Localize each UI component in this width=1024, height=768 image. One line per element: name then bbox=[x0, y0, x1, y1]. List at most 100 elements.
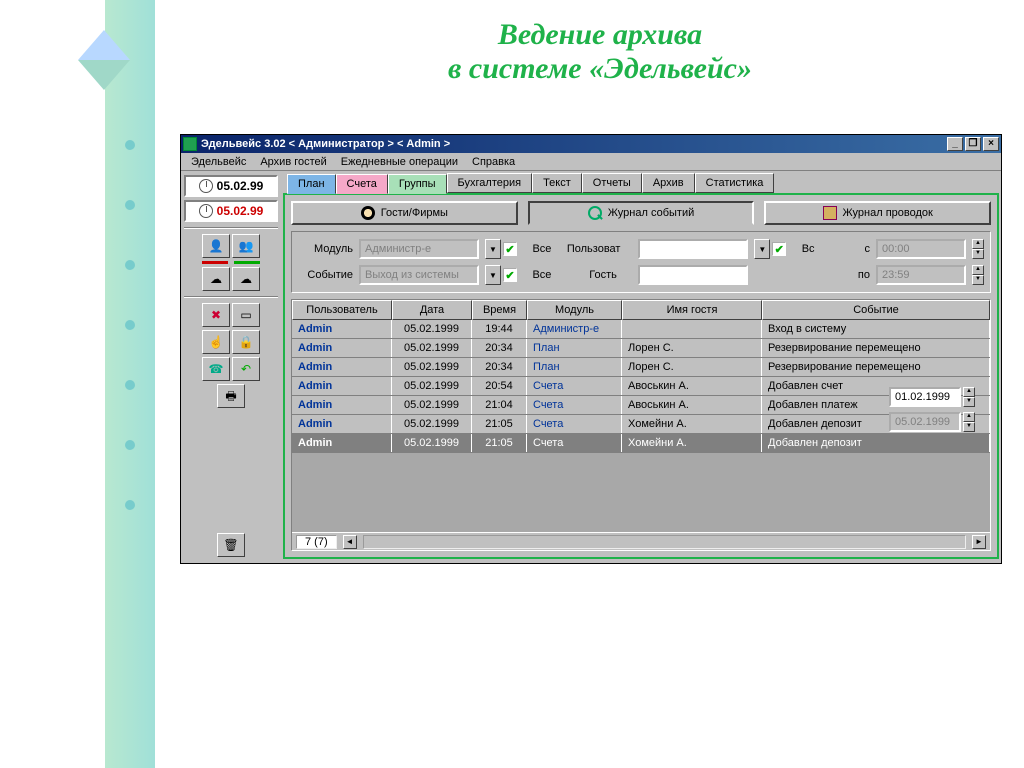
table-row[interactable]: Admin05.02.199920:34ПланЛорен С.Резервир… bbox=[292, 358, 990, 377]
cell-event: Вход в систему bbox=[762, 320, 990, 338]
cell-module: Счета bbox=[527, 396, 622, 414]
cell-time: 20:34 bbox=[472, 339, 527, 357]
menu-guest-archive[interactable]: Архив гостей bbox=[254, 155, 332, 168]
minimize-button[interactable]: _ bbox=[947, 137, 963, 151]
user-combo-button[interactable]: ▼ bbox=[754, 239, 770, 259]
app-window: Эдельвейс 3.02 < Администратор > < Admin… bbox=[180, 134, 1002, 564]
user-label: Пользоват bbox=[567, 243, 617, 255]
guest-input[interactable] bbox=[638, 265, 748, 285]
restore-button[interactable]: ❐ bbox=[965, 137, 981, 151]
decorative-dots bbox=[115, 140, 145, 560]
toolbar-btn-trash[interactable]: 🗑 bbox=[217, 533, 245, 557]
scroll-right-button[interactable]: ► bbox=[972, 535, 986, 549]
col-guest[interactable]: Имя гостя bbox=[622, 300, 762, 320]
cell-guest: Хомейни А. bbox=[622, 434, 762, 452]
person-icon: 👤 bbox=[209, 240, 224, 252]
module-combo[interactable]: Администр-е bbox=[359, 239, 479, 259]
col-user[interactable]: Пользователь bbox=[292, 300, 392, 320]
table-row[interactable]: Admin05.02.199919:44Администр-еВход в си… bbox=[292, 320, 990, 339]
subtab-postings[interactable]: Журнал проводок bbox=[764, 201, 991, 225]
cell-date: 05.02.1999 bbox=[392, 339, 472, 357]
col-time[interactable]: Время bbox=[472, 300, 527, 320]
archive-frame: Гости/Фирмы Журнал событий Журнал провод… bbox=[283, 193, 999, 559]
menu-help[interactable]: Справка bbox=[466, 155, 521, 168]
module-all-check[interactable]: ✔ bbox=[503, 242, 517, 256]
scroll-left-button[interactable]: ◄ bbox=[343, 535, 357, 549]
toolbar-btn-lock[interactable]: 🔒 bbox=[232, 330, 260, 354]
event-label: Событие bbox=[298, 269, 353, 281]
toolbar-btn-print[interactable]: 🖶 bbox=[217, 384, 245, 408]
table-row[interactable]: Admin05.02.199920:34ПланЛорен С.Резервир… bbox=[292, 339, 990, 358]
cell-time: 20:54 bbox=[472, 377, 527, 395]
phone-icon: ☎ bbox=[209, 363, 224, 375]
to-time[interactable]: 23:59 bbox=[876, 265, 966, 285]
cell-date: 05.02.1999 bbox=[392, 415, 472, 433]
subtab-guests[interactable]: Гости/Фирмы bbox=[291, 201, 518, 225]
toolbar-btn-prop[interactable]: ▭ bbox=[232, 303, 260, 327]
table-row[interactable]: Admin05.02.199920:54СчетаАвоськин А.Доба… bbox=[292, 377, 990, 396]
trash-icon: 🗑 bbox=[223, 539, 238, 551]
grid-statusbar: 7 (7) ◄ ► bbox=[292, 532, 990, 550]
to-date-spin[interactable]: ▲▼ bbox=[963, 412, 975, 432]
clock-icon bbox=[199, 204, 213, 218]
to-time-spin[interactable]: ▲▼ bbox=[972, 265, 984, 285]
to-date[interactable]: 05.02.1999 bbox=[889, 412, 961, 432]
menu-edelweiss[interactable]: Эдельвейс bbox=[185, 155, 252, 168]
from-date[interactable]: 01.02.1999 bbox=[889, 387, 961, 407]
tab-reports[interactable]: Отчеты bbox=[582, 173, 642, 193]
titlebar: Эдельвейс 3.02 < Администратор > < Admin… bbox=[181, 135, 1001, 153]
menu-daily-ops[interactable]: Ежедневные операции bbox=[335, 155, 464, 168]
user-combo[interactable] bbox=[638, 239, 748, 259]
cell-event: Добавлен депозит bbox=[762, 434, 990, 452]
close-button[interactable]: × bbox=[983, 137, 999, 151]
event-all-check[interactable]: ✔ bbox=[503, 268, 517, 282]
tab-plan[interactable]: План bbox=[287, 174, 336, 194]
from-date-spin[interactable]: ▲▼ bbox=[963, 387, 975, 407]
cell-date: 05.02.1999 bbox=[392, 377, 472, 395]
event-combo-button[interactable]: ▼ bbox=[485, 265, 501, 285]
col-date[interactable]: Дата bbox=[392, 300, 472, 320]
date-primary: 05.02.99 bbox=[217, 179, 264, 193]
subtab-journal[interactable]: Журнал событий bbox=[528, 201, 755, 225]
toolbar-btn-pointer[interactable]: ☝ bbox=[202, 330, 230, 354]
tab-archive[interactable]: Архив bbox=[642, 173, 695, 193]
module-combo-button[interactable]: ▼ bbox=[485, 239, 501, 259]
cell-user: Admin bbox=[292, 415, 392, 433]
h-scrollbar[interactable] bbox=[363, 535, 966, 549]
toolbar-btn-people[interactable]: 👥 bbox=[232, 234, 260, 258]
tab-bookkeeping[interactable]: Бухгалтерия bbox=[447, 173, 533, 193]
event-combo[interactable]: Выход из системы bbox=[359, 265, 479, 285]
col-module[interactable]: Модуль bbox=[527, 300, 622, 320]
toolbar-btn-cloud1[interactable]: ☁ bbox=[202, 267, 230, 291]
tab-stats[interactable]: Статистика bbox=[695, 173, 775, 193]
date-badge-primary[interactable]: 05.02.99 bbox=[184, 175, 278, 197]
toolbar-btn-cloud2[interactable]: ☁ bbox=[232, 267, 260, 291]
user-all-check[interactable]: ✔ bbox=[772, 242, 786, 256]
grid-body[interactable]: Admin05.02.199919:44Администр-еВход в си… bbox=[292, 320, 990, 532]
toolbar-btn-delete[interactable]: ✖ bbox=[202, 303, 230, 327]
lock-icon: 🔒 bbox=[239, 336, 254, 348]
from-time[interactable]: 00:00 bbox=[876, 239, 966, 259]
col-event[interactable]: Событие bbox=[762, 300, 990, 320]
archive-subtabs: Гости/Фирмы Журнал событий Журнал провод… bbox=[285, 195, 997, 225]
date-secondary: 05.02.99 bbox=[217, 204, 264, 218]
subtab-guests-label: Гости/Фирмы bbox=[381, 207, 448, 219]
cell-time: 21:05 bbox=[472, 415, 527, 433]
toolbar-btn-person[interactable]: 👤 bbox=[202, 234, 230, 258]
from-time-spin[interactable]: ▲▼ bbox=[972, 239, 984, 259]
filter-bar: Модуль Администр-е ▼ ✔ Все Пользоват ▼ ✔… bbox=[291, 231, 991, 293]
table-row[interactable]: Admin05.02.199921:05СчетаХомейни А.Добав… bbox=[292, 415, 990, 434]
cell-user: Admin bbox=[292, 339, 392, 357]
cell-user: Admin bbox=[292, 434, 392, 452]
cell-date: 05.02.1999 bbox=[392, 320, 472, 338]
tab-groups[interactable]: Группы bbox=[388, 174, 447, 194]
table-row[interactable]: Admin05.02.199921:04СчетаАвоськин А.Доба… bbox=[292, 396, 990, 415]
people-icon: 👥 bbox=[239, 240, 254, 252]
cell-user: Admin bbox=[292, 377, 392, 395]
toolbar-btn-phone[interactable]: ☎ bbox=[202, 357, 230, 381]
date-badge-secondary[interactable]: 05.02.99 bbox=[184, 200, 278, 222]
tab-text[interactable]: Текст bbox=[532, 173, 582, 193]
toolbar-btn-back[interactable]: ↶ bbox=[232, 357, 260, 381]
tab-accounts[interactable]: Счета bbox=[336, 174, 388, 194]
table-row[interactable]: Admin05.02.199921:05СчетаХомейни А.Добав… bbox=[292, 434, 990, 453]
